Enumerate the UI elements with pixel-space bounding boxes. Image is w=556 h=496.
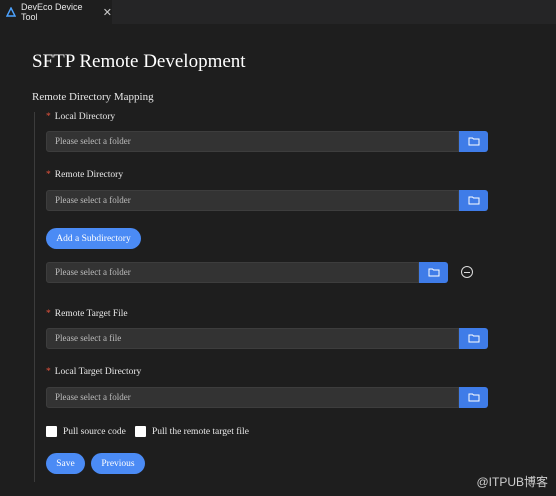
local-target-directory-input[interactable]: Please select a folder [46,387,459,408]
remote-target-file-label: * Remote Target File [46,309,128,319]
checkbox-box[interactable] [135,426,146,437]
local-directory-input[interactable]: Please select a folder [46,131,459,152]
watermark: @ITPUB博客 [476,475,548,489]
main-content: SFTP Remote Development Remote Directory… [0,24,556,496]
folder-icon [468,192,480,210]
required-mark: * [46,367,51,377]
subdirectory-browse-button[interactable] [419,262,448,283]
pull-remote-target-file-checkbox[interactable]: Pull the remote target file [135,426,249,437]
save-button[interactable]: Save [46,453,85,474]
deveco-logo-icon [5,6,17,17]
required-mark: * [46,170,51,180]
tab-bar: DevEco Device Tool ✕ [0,0,556,24]
pull-source-code-label: Pull source code [63,426,126,437]
tab-deveco-device-tool[interactable]: DevEco Device Tool ✕ [0,0,112,24]
remote-target-file-browse-button[interactable] [459,328,488,349]
folder-icon [468,389,480,407]
page-title: SFTP Remote Development [32,51,246,72]
subdirectory-input[interactable]: Please select a folder [46,262,419,283]
checkbox-box[interactable] [46,426,57,437]
folder-icon [468,133,480,151]
remote-directory-input[interactable]: Please select a folder [46,190,459,211]
remote-directory-label: * Remote Directory [46,170,124,180]
tab-label: DevEco Device Tool [21,2,83,22]
remote-target-file-input[interactable]: Please select a file [46,328,459,349]
folder-icon [468,330,480,348]
add-subdirectory-button[interactable]: Add a Subdirectory [46,228,141,249]
required-mark: * [46,309,51,319]
local-target-directory-label: * Local Target Directory [46,367,142,377]
remove-subdirectory-icon[interactable] [461,266,473,278]
remote-directory-browse-button[interactable] [459,190,488,211]
section-divider [34,112,35,482]
local-directory-browse-button[interactable] [459,131,488,152]
folder-icon [428,264,440,282]
section-title: Remote Directory Mapping [32,91,154,103]
required-mark: * [46,112,51,122]
pull-remote-target-file-label: Pull the remote target file [152,426,249,437]
local-target-directory-browse-button[interactable] [459,387,488,408]
local-directory-label: * Local Directory [46,112,116,122]
close-icon[interactable]: ✕ [103,6,112,19]
pull-source-code-checkbox[interactable]: Pull source code [46,426,126,437]
previous-button[interactable]: Previous [91,453,145,474]
